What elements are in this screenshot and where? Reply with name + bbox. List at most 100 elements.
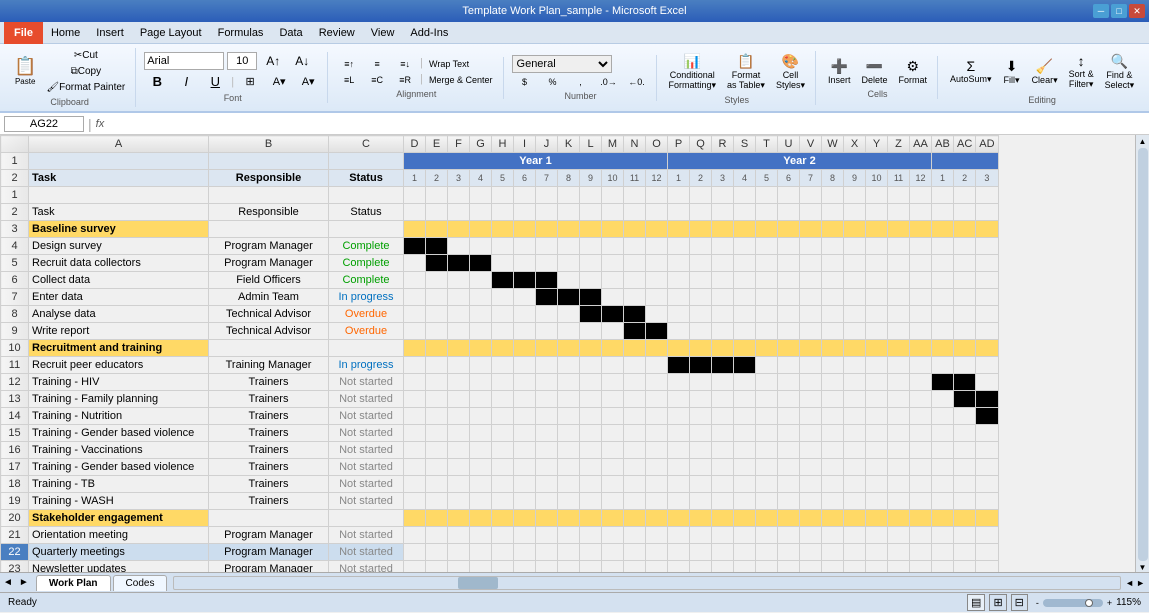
cell-7-g4[interactable] xyxy=(492,289,514,306)
col-header-k[interactable]: K xyxy=(558,136,580,153)
cell-7-g22[interactable] xyxy=(888,289,910,306)
cell-17-g10[interactable] xyxy=(624,459,646,476)
cell-16-g6[interactable] xyxy=(536,442,558,459)
cell-22-g23[interactable] xyxy=(910,544,932,561)
cell-3-g17[interactable] xyxy=(778,221,800,238)
cell-17-g23[interactable] xyxy=(910,459,932,476)
cell-10-g1[interactable] xyxy=(426,340,448,357)
cell-22-g26[interactable] xyxy=(976,544,998,561)
decrease-font-button[interactable]: A↓ xyxy=(289,52,315,70)
cell-6-g11[interactable] xyxy=(646,272,668,289)
cell-20-g21[interactable] xyxy=(866,510,888,527)
cell-15-g6[interactable] xyxy=(536,425,558,442)
cell-3-g13[interactable] xyxy=(690,221,712,238)
cell-3-g16[interactable] xyxy=(756,221,778,238)
cell-22-g16[interactable] xyxy=(756,544,778,561)
cell-12-g12[interactable] xyxy=(668,374,690,391)
cell-1-g2[interactable] xyxy=(448,187,470,204)
cell-2-g15[interactable] xyxy=(734,204,756,221)
align-middle-button[interactable]: ≡ xyxy=(364,57,390,71)
row-num-5[interactable]: 5 xyxy=(1,255,29,272)
decrease-decimal-button[interactable]: ←0. xyxy=(624,75,650,89)
cell-4-g21[interactable] xyxy=(866,238,888,255)
cell-23-g23[interactable] xyxy=(910,561,932,573)
cell-18-g19[interactable] xyxy=(822,476,844,493)
cell-23-g14[interactable] xyxy=(712,561,734,573)
cell-21-g22[interactable] xyxy=(888,527,910,544)
cell-13-g22[interactable] xyxy=(888,391,910,408)
cell-3-g15[interactable] xyxy=(734,221,756,238)
cell-16-g0[interactable] xyxy=(404,442,426,459)
cell-18-g15[interactable] xyxy=(734,476,756,493)
cell-10-g16[interactable] xyxy=(756,340,778,357)
cell-18-g17[interactable] xyxy=(778,476,800,493)
cell-20-g6[interactable] xyxy=(536,510,558,527)
cell-22-g15[interactable] xyxy=(734,544,756,561)
cell-9-g15[interactable] xyxy=(734,323,756,340)
cell-7b[interactable]: Admin Team xyxy=(209,289,329,306)
cell-19-g22[interactable] xyxy=(888,493,910,510)
cell-11-g2[interactable] xyxy=(448,357,470,374)
page-layout-view-button[interactable]: ⊞ xyxy=(989,594,1006,611)
cell-6-g20[interactable] xyxy=(844,272,866,289)
cell-3-g2[interactable] xyxy=(448,221,470,238)
cell-3-g18[interactable] xyxy=(800,221,822,238)
cell-5-g18[interactable] xyxy=(800,255,822,272)
cell-16-g3[interactable] xyxy=(470,442,492,459)
cell-8-g20[interactable] xyxy=(844,306,866,323)
cell-8-g21[interactable] xyxy=(866,306,888,323)
cell-7-g19[interactable] xyxy=(822,289,844,306)
cell-11-g20[interactable] xyxy=(844,357,866,374)
cell-11-g22[interactable] xyxy=(888,357,910,374)
cell-16-g8[interactable] xyxy=(580,442,602,459)
cell-19b[interactable]: Trainers xyxy=(209,493,329,510)
cell-19-g11[interactable] xyxy=(646,493,668,510)
cell-20-g7[interactable] xyxy=(558,510,580,527)
cell-23-g24[interactable] xyxy=(932,561,954,573)
cell-13-g4[interactable] xyxy=(492,391,514,408)
cell-12-g17[interactable] xyxy=(778,374,800,391)
cell-23-g7[interactable] xyxy=(558,561,580,573)
row-num-10[interactable]: 10 xyxy=(1,340,29,357)
cell-8-g11[interactable] xyxy=(646,306,668,323)
cell-13-g11[interactable] xyxy=(646,391,668,408)
cell-2-g18[interactable] xyxy=(800,204,822,221)
cell-13-g13[interactable] xyxy=(690,391,712,408)
row-num-1[interactable]: 1 xyxy=(1,187,29,204)
cell-9-g18[interactable] xyxy=(800,323,822,340)
cell-15-g24[interactable] xyxy=(932,425,954,442)
menu-view[interactable]: View xyxy=(363,22,403,44)
cell-20-g20[interactable] xyxy=(844,510,866,527)
clear-button[interactable]: 🧹 Clear▾ xyxy=(1028,56,1062,88)
cell-13-g18[interactable] xyxy=(800,391,822,408)
cell-21-g10[interactable] xyxy=(624,527,646,544)
cell-7-g2[interactable] xyxy=(448,289,470,306)
cell-3-g10[interactable] xyxy=(624,221,646,238)
cell-14-g3[interactable] xyxy=(470,408,492,425)
cell-2-g11[interactable] xyxy=(646,204,668,221)
cell-18-g6[interactable] xyxy=(536,476,558,493)
cell-5-g5[interactable] xyxy=(514,255,536,272)
cell-3-g4[interactable] xyxy=(492,221,514,238)
cell-16-g23[interactable] xyxy=(910,442,932,459)
col-header-o[interactable]: O xyxy=(646,136,668,153)
cell-8-g26[interactable] xyxy=(976,306,998,323)
cell-16c[interactable]: Not started xyxy=(329,442,404,459)
cell-5c[interactable]: Complete xyxy=(329,255,404,272)
cell-5-g4[interactable] xyxy=(492,255,514,272)
cell-22-g9[interactable] xyxy=(602,544,624,561)
cell-17-g15[interactable] xyxy=(734,459,756,476)
cell-1b[interactable] xyxy=(209,187,329,204)
cell-17-g4[interactable] xyxy=(492,459,514,476)
cell-2-g1[interactable] xyxy=(426,204,448,221)
col-header-b[interactable]: B xyxy=(209,136,329,153)
row-num-16[interactable]: 16 xyxy=(1,442,29,459)
row-num-21[interactable]: 21 xyxy=(1,527,29,544)
cell-17-g24[interactable] xyxy=(932,459,954,476)
cell-21-g5[interactable] xyxy=(514,527,536,544)
cell-21-g13[interactable] xyxy=(690,527,712,544)
cell-6a[interactable]: Collect data xyxy=(29,272,209,289)
cell-13-g23[interactable] xyxy=(910,391,932,408)
cell-22b[interactable]: Program Manager xyxy=(209,544,329,561)
col-header-aa[interactable]: AA xyxy=(910,136,932,153)
